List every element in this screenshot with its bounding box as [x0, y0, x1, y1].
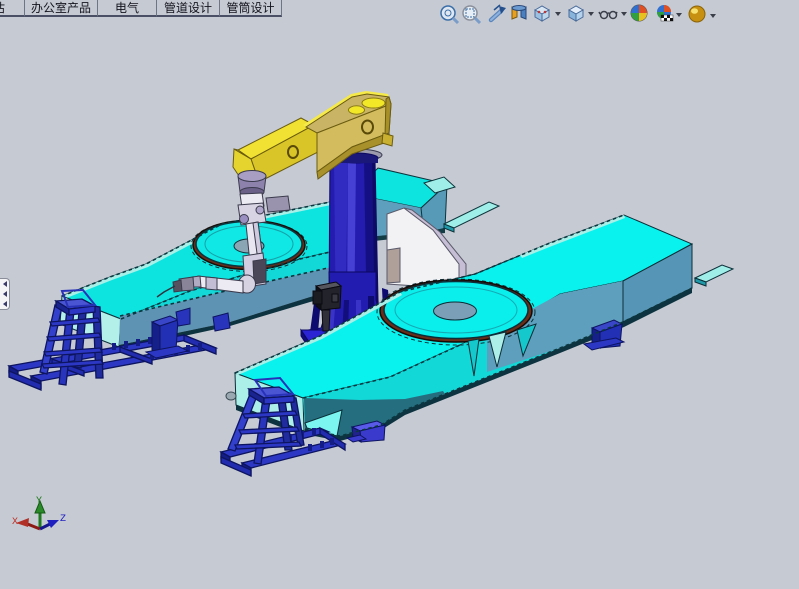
svg-text:Y: Y	[36, 496, 42, 507]
svg-text:Z: Z	[60, 514, 66, 525]
svg-text:X: X	[12, 517, 18, 528]
